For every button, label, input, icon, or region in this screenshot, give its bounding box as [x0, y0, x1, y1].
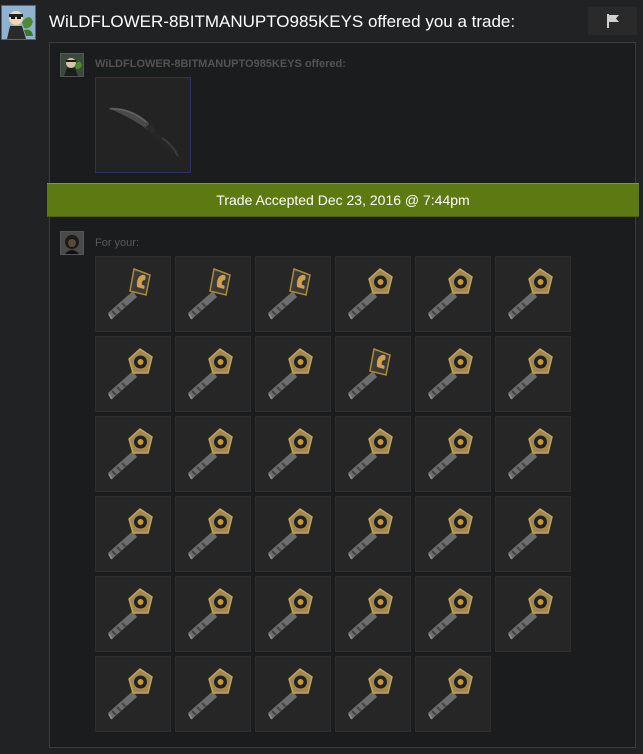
- key-item[interactable]: [255, 496, 331, 572]
- chroma-key-icon: [108, 348, 153, 400]
- chroma-key-icon: [108, 508, 153, 560]
- key-item[interactable]: [255, 576, 331, 652]
- key-item[interactable]: [415, 656, 491, 732]
- avatar-image: [61, 232, 83, 254]
- chroma-key-icon: [188, 668, 233, 720]
- key-item[interactable]: [175, 656, 251, 732]
- key-item[interactable]: [495, 496, 571, 572]
- chroma-key-icon: [428, 508, 473, 560]
- chroma-key-icon: [508, 508, 553, 560]
- key-item[interactable]: [415, 256, 491, 332]
- key-item[interactable]: [95, 576, 171, 652]
- chroma-key-icon: [188, 508, 233, 560]
- key-item[interactable]: [495, 256, 571, 332]
- chroma-key-icon: [268, 348, 313, 400]
- chroma-key-icon: [428, 668, 473, 720]
- chroma-key-icon: [348, 428, 393, 480]
- key-item[interactable]: [415, 496, 491, 572]
- offered-item-knife[interactable]: [95, 77, 191, 173]
- key-item[interactable]: [255, 656, 331, 732]
- knife-icon: [108, 107, 179, 157]
- key-item[interactable]: [335, 576, 411, 652]
- avatar-image: [2, 6, 35, 39]
- chroma-key-icon: [348, 508, 393, 560]
- chroma-key-icon: [188, 428, 233, 480]
- chroma-key-icon: [508, 268, 553, 320]
- key-item[interactable]: [415, 416, 491, 492]
- flag-icon: [606, 14, 619, 28]
- chroma-key-icon: [188, 588, 233, 640]
- key-item[interactable]: [95, 416, 171, 492]
- trade-notification: WiLDFLOWER-8BITMANUPTO985KEYS offered yo…: [0, 0, 643, 754]
- avatar-image: [61, 54, 83, 76]
- key-item[interactable]: [335, 256, 411, 332]
- key-item[interactable]: [95, 336, 171, 412]
- chroma-key-icon: [348, 668, 393, 720]
- key-item[interactable]: [175, 336, 251, 412]
- chroma-key-icon: [268, 428, 313, 480]
- chroma-key-icon: [108, 588, 153, 640]
- chroma-key-icon: [508, 588, 553, 640]
- chroma-key-icon: [508, 428, 553, 480]
- key-item[interactable]: [495, 336, 571, 412]
- key-item[interactable]: [95, 496, 171, 572]
- key-item[interactable]: [95, 656, 171, 732]
- key-item[interactable]: [255, 336, 331, 412]
- falchion-key-icon: [108, 267, 151, 320]
- chroma-key-icon: [268, 668, 313, 720]
- chroma-key-icon: [428, 588, 473, 640]
- report-button[interactable]: [588, 7, 637, 35]
- for-your-label: For your:: [95, 237, 140, 249]
- key-item[interactable]: [95, 256, 171, 332]
- chroma-key-icon: [108, 668, 153, 720]
- chroma-key-icon: [188, 348, 233, 400]
- my-avatar[interactable]: [60, 231, 84, 255]
- chroma-key-icon: [108, 428, 153, 480]
- falchion-key-icon: [268, 267, 311, 320]
- key-item[interactable]: [415, 576, 491, 652]
- chroma-key-icon: [268, 588, 313, 640]
- chroma-key-icon: [508, 348, 553, 400]
- key-item[interactable]: [255, 416, 331, 492]
- falchion-key-icon: [348, 347, 391, 400]
- key-item[interactable]: [335, 656, 411, 732]
- falchion-key-icon: [188, 267, 231, 320]
- key-item[interactable]: [415, 336, 491, 412]
- key-item[interactable]: [175, 416, 251, 492]
- chroma-key-icon: [348, 268, 393, 320]
- chroma-key-icon: [428, 348, 473, 400]
- key-item[interactable]: [495, 416, 571, 492]
- partner-avatar[interactable]: [60, 53, 84, 77]
- key-item[interactable]: [495, 576, 571, 652]
- avatar[interactable]: [1, 5, 36, 40]
- trade-title: WiLDFLOWER-8BITMANUPTO985KEYS offered yo…: [49, 12, 516, 31]
- key-item[interactable]: [175, 496, 251, 572]
- key-item[interactable]: [175, 256, 251, 332]
- chroma-key-icon: [428, 268, 473, 320]
- key-item[interactable]: [335, 336, 411, 412]
- trade-status-banner: Trade Accepted Dec 23, 2016 @ 7:44pm: [47, 183, 639, 217]
- chroma-key-icon: [348, 588, 393, 640]
- key-item[interactable]: [175, 576, 251, 652]
- key-item[interactable]: [255, 256, 331, 332]
- offered-label: WiLDFLOWER-8BITMANUPTO985KEYS offered:: [95, 58, 346, 70]
- trade-offer-panel: WiLDFLOWER-8BITMANUPTO985KEYS offered: T…: [47, 42, 639, 748]
- key-item[interactable]: [335, 416, 411, 492]
- chroma-key-icon: [268, 508, 313, 560]
- chroma-key-icon: [428, 428, 473, 480]
- key-item[interactable]: [335, 496, 411, 572]
